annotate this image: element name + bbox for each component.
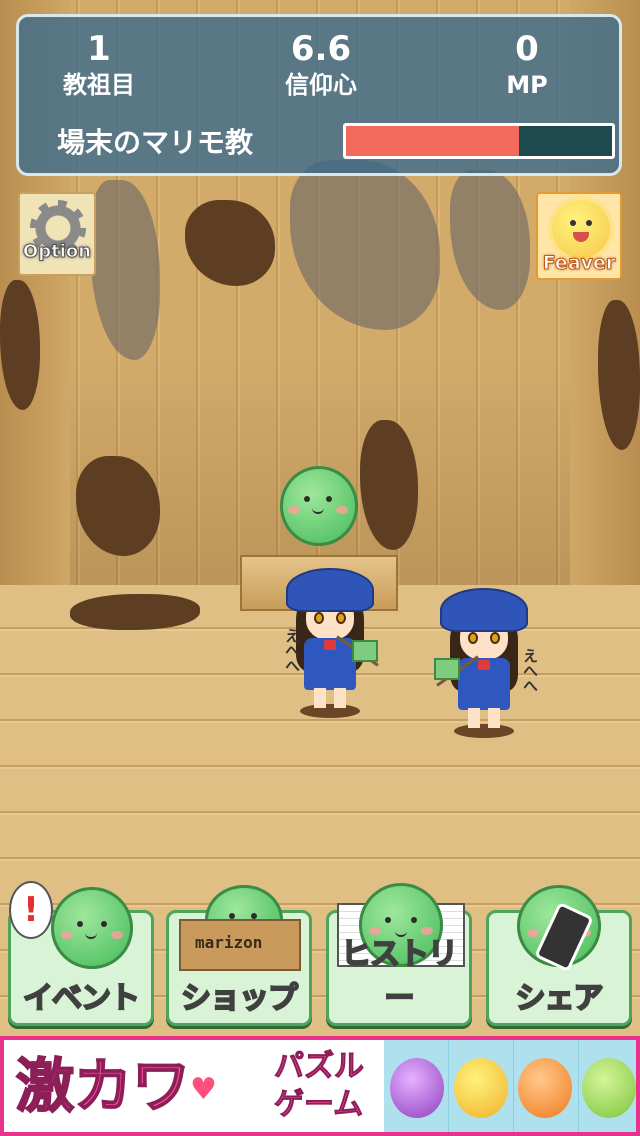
turnip-icon: [390, 1058, 444, 1118]
faith-value: 6.6: [290, 29, 352, 69]
history-label: ヒストリー: [340, 936, 459, 1017]
feaver-button[interactable]: Feaver: [536, 192, 622, 280]
ad-subline: パズル ゲーム: [274, 1048, 365, 1124]
mp-label: MP: [506, 71, 548, 99]
generation-stat: 1 教祖目: [29, 29, 169, 101]
ad-headline: 激カワ♥: [15, 1046, 217, 1130]
sun-fruit-icon: [454, 1058, 508, 1118]
school-hat-icon: [440, 588, 528, 632]
religion-name: 場末のマリモ教: [57, 126, 254, 159]
alert-bubble-icon: !: [9, 881, 53, 939]
floor-hole: [70, 594, 200, 630]
generation-label: 教祖目: [63, 71, 135, 99]
option-label: Option: [22, 241, 92, 263]
share-button[interactable]: シェア: [486, 885, 632, 1026]
cardboard-box-icon: marizon: [179, 919, 301, 971]
follower-character[interactable]: [434, 588, 532, 738]
speech-text: えへへ: [521, 648, 539, 693]
heart-icon: ♥: [190, 1071, 217, 1107]
faith-stat: 6.6 信仰心: [251, 29, 391, 101]
marimo-icon: [51, 887, 133, 969]
ad-banner[interactable]: 激カワ♥ パズル ゲーム: [0, 1036, 640, 1136]
school-hat-icon: [286, 568, 374, 612]
mp-value: 0: [515, 29, 539, 69]
shop-button[interactable]: marizon ショップ: [166, 885, 312, 1026]
feaver-label: Feaver: [542, 252, 616, 275]
history-button[interactable]: ヒストリー: [326, 883, 472, 1026]
marimo-flag-icon: [434, 658, 460, 680]
ad-headline-text: 激カワ: [15, 1051, 191, 1121]
apple-icon: [582, 1058, 636, 1118]
generation-value: 1: [87, 29, 111, 69]
status-panel: 1 教祖目 6.6 信仰心 0 MP 場末のマリモ教: [16, 14, 622, 176]
event-label: イベント: [22, 980, 141, 1017]
ad-puzzle-graphic: [384, 1040, 636, 1132]
faith-label: 信仰心: [285, 71, 357, 99]
box-brand-text: marizon: [195, 933, 263, 952]
ad-subline-1: パズル: [274, 1049, 365, 1085]
faith-progress-bar: [343, 123, 615, 159]
speech-text: えへへ: [283, 628, 301, 673]
marimo-idol[interactable]: [280, 466, 358, 546]
shop-label: ショップ: [180, 980, 299, 1017]
share-label: シェア: [515, 980, 605, 1017]
carrot-icon: [518, 1058, 572, 1118]
sun-face-icon: [552, 200, 610, 258]
faith-progress-fill: [346, 126, 519, 156]
marimo-flag-icon: [352, 640, 378, 662]
option-button[interactable]: Option: [18, 192, 96, 276]
mp-stat: 0 MP: [457, 29, 597, 101]
event-button[interactable]: ! イベント: [8, 881, 154, 1026]
ad-subline-2: ゲーム: [274, 1087, 364, 1123]
